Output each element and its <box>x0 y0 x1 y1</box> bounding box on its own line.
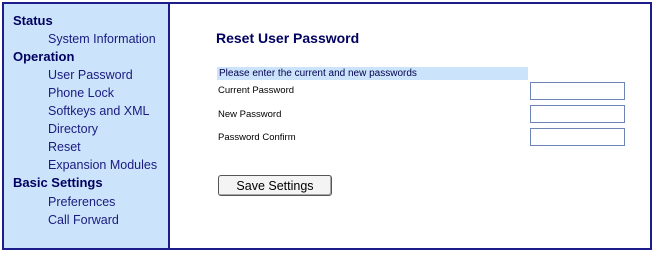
sidebar-item-phone-lock[interactable]: Phone Lock <box>48 86 114 100</box>
password-confirm-label: Password Confirm <box>218 132 296 143</box>
sidebar-item-directory[interactable]: Directory <box>48 122 98 136</box>
sidebar-item-user-password[interactable]: User Password <box>48 68 133 82</box>
main-content: Reset User Password Please enter the cur… <box>170 4 650 248</box>
save-settings-button[interactable]: Save Settings <box>218 175 332 196</box>
page-title: Reset User Password <box>216 30 360 46</box>
sidebar-section-basic-settings: Basic Settings <box>13 175 103 190</box>
current-password-label: Current Password <box>218 85 295 96</box>
sidebar-section-status: Status <box>13 13 53 28</box>
form-instructions: Please enter the current and new passwor… <box>217 67 528 80</box>
sidebar-item-system-information[interactable]: System Information <box>48 32 156 46</box>
page-frame: Status System Information Operation User… <box>2 2 652 250</box>
sidebar-item-reset[interactable]: Reset <box>48 140 81 154</box>
sidebar-section-operation: Operation <box>13 49 75 64</box>
new-password-field[interactable] <box>530 105 625 123</box>
password-confirm-field[interactable] <box>530 128 625 146</box>
sidebar-item-preferences[interactable]: Preferences <box>48 195 115 209</box>
sidebar-item-call-forward[interactable]: Call Forward <box>48 213 119 227</box>
sidebar-nav: Status System Information Operation User… <box>4 4 170 248</box>
current-password-field[interactable] <box>530 82 625 100</box>
sidebar-item-softkeys-xml[interactable]: Softkeys and XML <box>48 104 149 118</box>
sidebar-item-expansion-modules[interactable]: Expansion Modules <box>48 158 157 172</box>
new-password-label: New Password <box>218 109 282 120</box>
